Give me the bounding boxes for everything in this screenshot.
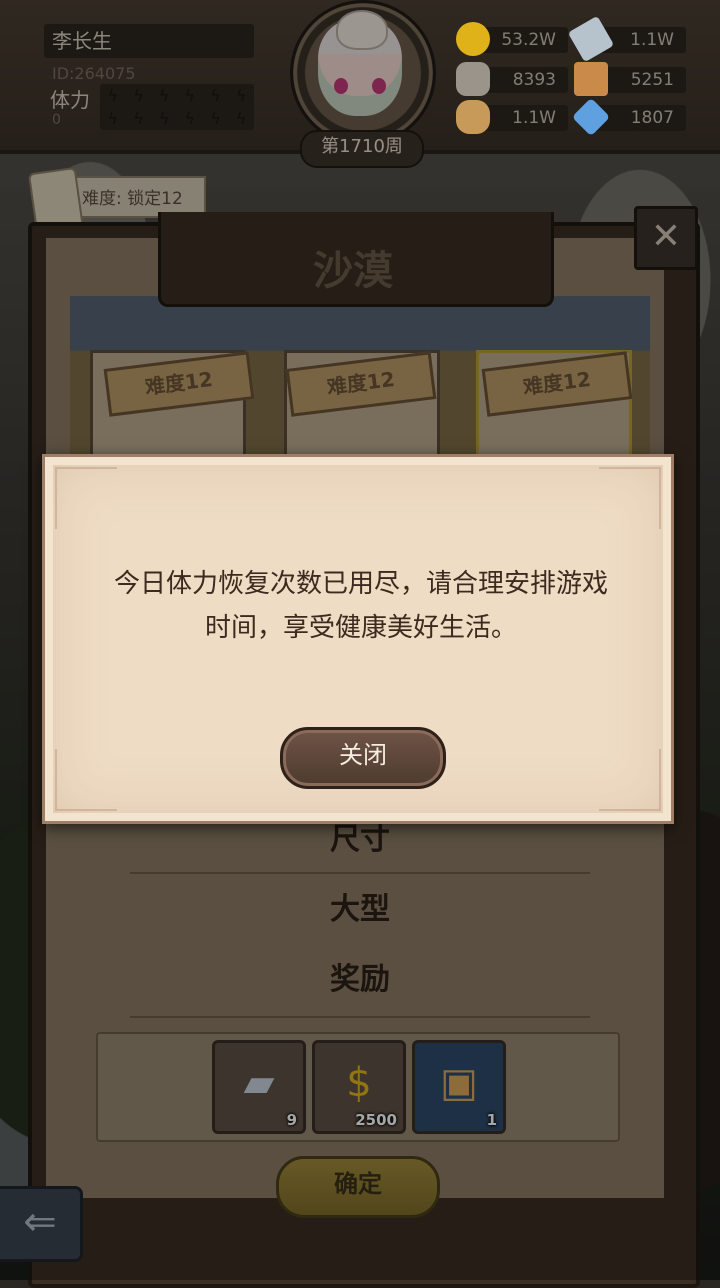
wood-log-icon [456,100,490,134]
dialog-close-button[interactable]: 关闭 [280,727,446,789]
dialog-corner-ornament [599,467,661,529]
dialog-corner-ornament [55,467,117,529]
gold-coin-icon [456,22,490,56]
dialog-corner-ornament [55,749,117,811]
dialog-corner-ornament [599,749,661,811]
dialog-message: 今日体力恢复次数已用尽，请合理安排游戏时间，享受健康美好生活。 [113,569,608,643]
stone-icon [456,62,490,96]
leather-icon [574,62,608,96]
